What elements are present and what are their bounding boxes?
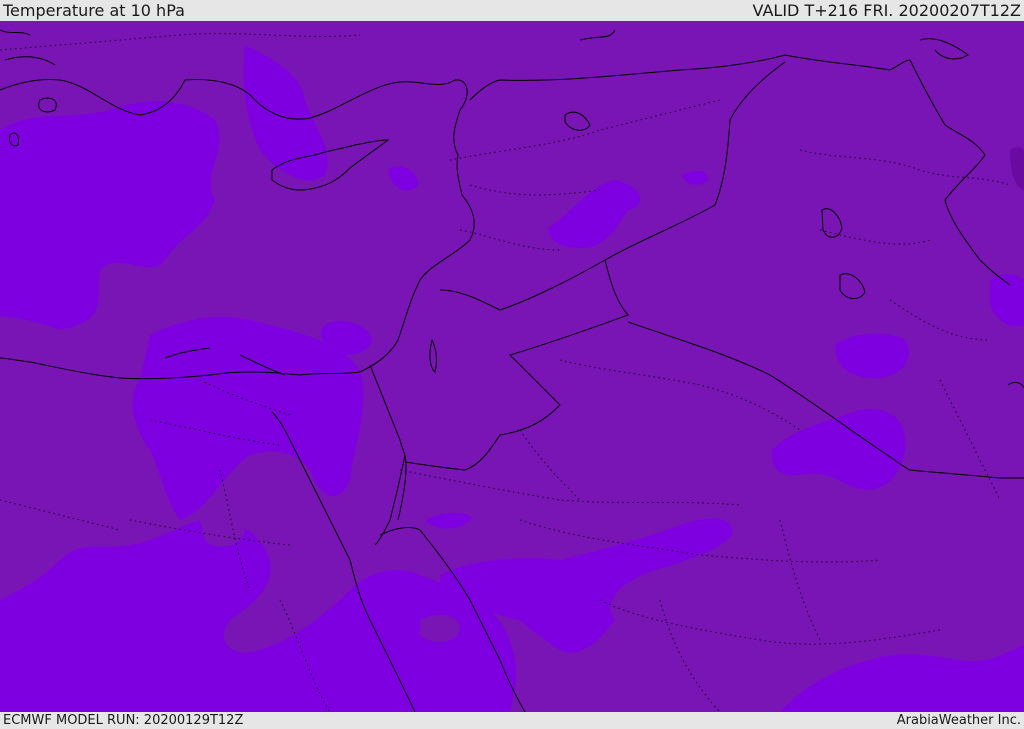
weather-map: [0, 21, 1024, 712]
model-run: ECMWF MODEL RUN: 20200129T12Z: [3, 713, 244, 728]
map-title: Temperature at 10 hPa: [3, 1, 185, 20]
footer-bar: ECMWF MODEL RUN: 20200129T12Z ArabiaWeat…: [0, 712, 1024, 729]
valid-time: VALID T+216 FRI. 20200207T12Z: [752, 1, 1021, 20]
credit: ArabiaWeather Inc.: [896, 713, 1021, 728]
header-bar: Temperature at 10 hPa VALID T+216 FRI. 2…: [0, 0, 1024, 21]
interior-patch-3: [420, 614, 460, 642]
